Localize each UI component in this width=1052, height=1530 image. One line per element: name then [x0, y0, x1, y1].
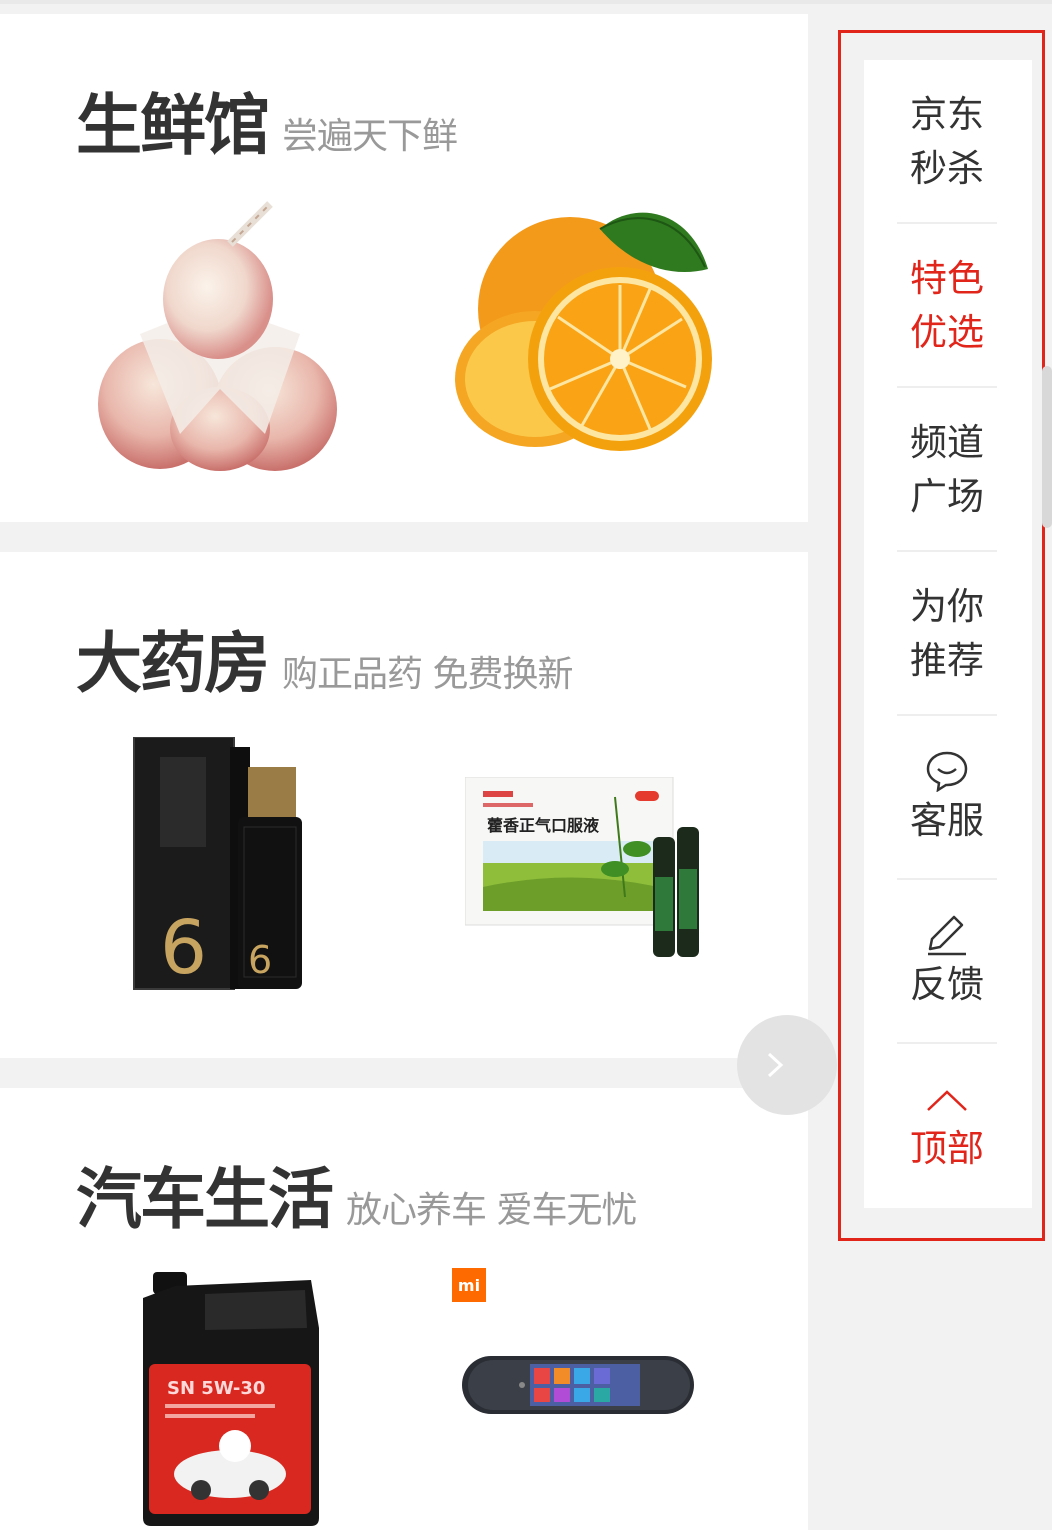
sidebar-item-feedback[interactable]: 反馈 [901, 880, 993, 1044]
sidebar-item-label: 客服 [910, 799, 984, 842]
section-subtitle: 放心养车 爱车无忧 [346, 1190, 637, 1231]
wine-number-label: 6 [160, 905, 207, 991]
page: 生鲜馆 尝遍天下鲜 大药房 购正品药 免费换新 6 6 藿香正气口服液 汽车生活… [0, 0, 1052, 1530]
sidebar-item-label: 频道广场 [910, 421, 984, 518]
sidebar-item-back-to-top[interactable]: 顶部 [901, 1044, 993, 1208]
section-header: 大药房 购正品药 免费换新 [76, 610, 573, 706]
section-header: 汽车生活 放心养车 爱车无忧 [76, 1146, 637, 1242]
section-subtitle: 尝遍天下鲜 [282, 116, 458, 157]
chevron-up-icon [924, 1076, 970, 1122]
section-auto[interactable]: 汽车生活 放心养车 爱车无忧 SN 5W-30 mi [0, 1088, 808, 1530]
product-engine-oil[interactable]: SN 5W-30 [135, 1268, 335, 1530]
wine-number-label-small: 6 [248, 938, 272, 982]
section-subtitle: 购正品药 免费换新 [282, 654, 573, 695]
sidebar-item-channel-square[interactable]: 频道广场 [901, 388, 993, 552]
sidebar-item-label: 特色优选 [910, 257, 984, 354]
scrollbar[interactable] [1042, 366, 1052, 528]
peach-image [98, 201, 337, 471]
product-peach[interactable] [90, 194, 350, 478]
pencil-icon [924, 912, 970, 958]
sidebar-item-seckill[interactable]: 京东秒杀 [901, 60, 993, 224]
sidebar-item-label: 为你推荐 [910, 585, 984, 682]
medicine-name-label: 藿香正气口服液 [487, 816, 600, 835]
section-pharmacy[interactable]: 大药房 购正品药 免费换新 6 6 藿香正气口服液 [0, 552, 808, 1058]
medicine-box-image: 藿香正气口服液 [464, 776, 699, 957]
sidebar-item-customer-service[interactable]: 客服 [901, 716, 993, 880]
oil-grade-label: SN 5W-30 [167, 1378, 265, 1399]
product-orange[interactable] [450, 209, 720, 473]
chevron-right-icon [767, 1052, 784, 1078]
product-mi-rearview-mirror[interactable]: mi [452, 1268, 694, 1414]
chat-bubble-icon [924, 748, 970, 794]
section-header: 生鲜馆 尝遍天下鲜 [76, 72, 458, 168]
sidebar-item-label: 京东秒杀 [910, 93, 984, 190]
engine-oil-image: SN 5W-30 [143, 1272, 319, 1526]
product-medicine-box[interactable]: 藿香正气口服液 [464, 776, 715, 971]
next-arrow-button[interactable] [737, 1015, 837, 1115]
rearview-mirror-image [462, 1356, 694, 1414]
section-title: 汽车生活 [76, 1161, 334, 1238]
section-title: 大药房 [76, 625, 270, 702]
product-dragon-wine[interactable]: 6 6 [130, 736, 310, 1001]
top-border [0, 0, 1052, 4]
sidebar-item-featured[interactable]: 特色优选 [901, 224, 993, 388]
section-title: 生鲜馆 [76, 87, 270, 164]
mi-logo: mi [452, 1268, 486, 1302]
orange-image [455, 212, 712, 451]
sidebar-item-label: 反馈 [910, 963, 984, 1006]
section-fresh[interactable]: 生鲜馆 尝遍天下鲜 [0, 14, 808, 522]
right-sidebar: 京东秒杀 特色优选 频道广场 为你推荐 客服 反馈 顶部 [864, 60, 1032, 1208]
wine-box-image: 6 6 [133, 736, 302, 991]
sidebar-item-recommend[interactable]: 为你推荐 [901, 552, 993, 716]
sidebar-item-label: 顶部 [910, 1127, 984, 1170]
